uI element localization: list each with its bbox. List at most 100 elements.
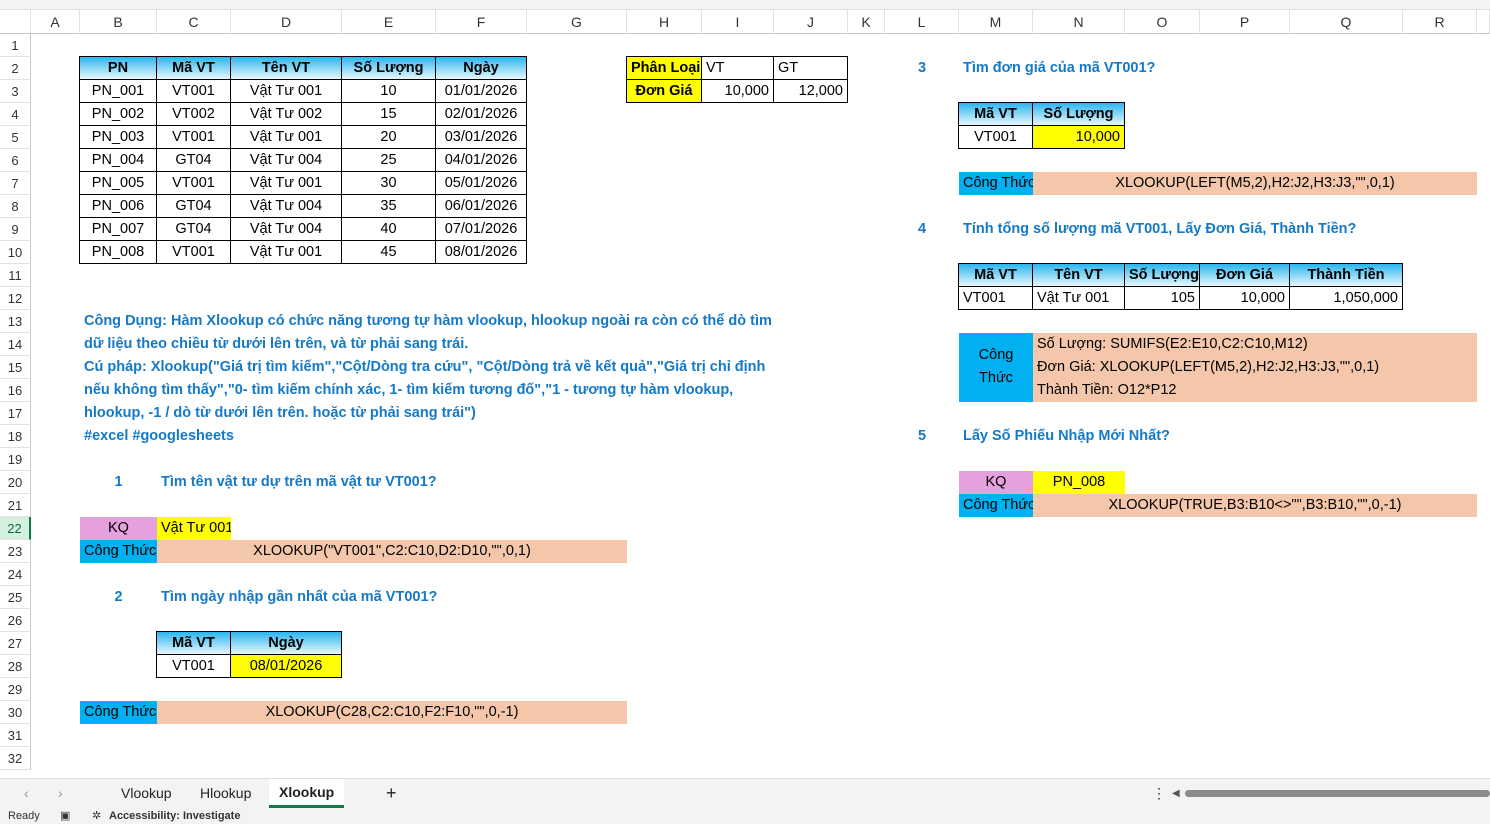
main-table-cell: Vật Tư 004 (230, 148, 342, 172)
price-cat-gt: GT (773, 56, 848, 80)
horizontal-scrollbar[interactable] (1185, 790, 1490, 797)
column-header-F[interactable]: F (436, 10, 527, 34)
row-header-26[interactable]: 26 (0, 609, 31, 632)
main-table-cell: 10 (341, 79, 436, 103)
row-header-4[interactable]: 4 (0, 103, 31, 126)
formula-label: CôngThức (959, 333, 1033, 402)
main-table-cell: 08/01/2026 (435, 240, 527, 264)
formula-label: Công Thức (959, 172, 1033, 195)
scroll-right-icon[interactable]: › (48, 779, 73, 808)
row-header-22[interactable]: 22 (0, 517, 31, 540)
row-header-10[interactable]: 10 (0, 241, 31, 264)
ribbon-edge (0, 0, 1490, 10)
main-table-cell: 01/01/2026 (435, 79, 527, 103)
q4-cell: 105 (1124, 286, 1200, 310)
column-header-N[interactable]: N (1033, 10, 1125, 34)
column-header-O[interactable]: O (1125, 10, 1200, 34)
row-header-13[interactable]: 13 (0, 310, 31, 333)
q4-header: Đơn Giá (1199, 263, 1290, 287)
main-table-cell: GT04 (156, 148, 231, 172)
row-header-21[interactable]: 21 (0, 494, 31, 517)
main-table-cell: VT002 (156, 102, 231, 126)
main-table-cell: 45 (341, 240, 436, 264)
column-header-A[interactable]: A (31, 10, 80, 34)
column-header-B[interactable]: B (80, 10, 157, 34)
row-header-28[interactable]: 28 (0, 655, 31, 678)
q3-code: VT001 (958, 125, 1033, 149)
column-header-G[interactable]: G (527, 10, 627, 34)
row-header-31[interactable]: 31 (0, 724, 31, 747)
main-table-cell: 35 (341, 194, 436, 218)
select-all-corner[interactable] (0, 10, 31, 34)
tab-vlookup[interactable]: Vlookup (111, 779, 182, 808)
column-header-L[interactable]: L (885, 10, 959, 34)
column-header-D[interactable]: D (231, 10, 342, 34)
main-table-cell: VT001 (156, 240, 231, 264)
row-header-17[interactable]: 17 (0, 402, 31, 425)
column-header-E[interactable]: E (342, 10, 436, 34)
column-header-J[interactable]: J (774, 10, 848, 34)
row-header-19[interactable]: 19 (0, 448, 31, 471)
q2-code: VT001 (156, 654, 231, 678)
q4-header: Thành Tiền (1289, 263, 1403, 287)
add-sheet-button[interactable]: + (376, 779, 407, 808)
row-header-7[interactable]: 7 (0, 172, 31, 195)
main-table-cell: PN_008 (79, 240, 157, 264)
row-header-8[interactable]: 8 (0, 195, 31, 218)
formula-line: Số Lượng: SUMIFS(E2:E10,C2:C10,M12) (1033, 333, 1477, 356)
kq-value: PN_008 (1033, 471, 1125, 494)
scroll-left-icon[interactable]: ‹ (14, 779, 39, 808)
main-table-cell: 07/01/2026 (435, 217, 527, 241)
row-header-25[interactable]: 25 (0, 586, 31, 609)
macro-icon[interactable]: ▣ (60, 809, 70, 824)
column-header-R[interactable]: R (1403, 10, 1477, 34)
column-header-P[interactable]: P (1200, 10, 1290, 34)
row-header-24[interactable]: 24 (0, 563, 31, 586)
question-text: Lấy Số Phiếu Nhập Mới Nhất? (959, 425, 1403, 448)
row-header-9[interactable]: 9 (0, 218, 31, 241)
main-table-cell: VT001 (156, 125, 231, 149)
main-table-cell: Vật Tư 001 (230, 171, 342, 195)
main-table-cell: 02/01/2026 (435, 102, 527, 126)
row-header-2[interactable]: 2 (0, 57, 31, 80)
column-header-C[interactable]: C (157, 10, 231, 34)
q2-header: Ngày (230, 631, 342, 655)
kq-label: KQ (959, 471, 1033, 494)
row-header-20[interactable]: 20 (0, 471, 31, 494)
row-header-23[interactable]: 23 (0, 540, 31, 563)
accessibility-status[interactable]: Accessibility: Investigate (109, 809, 240, 824)
main-table-cell: Vật Tư 004 (230, 217, 342, 241)
row-header-11[interactable]: 11 (0, 264, 31, 287)
tab-xlookup[interactable]: Xlookup (269, 779, 344, 808)
tab-hlookup[interactable]: Hlookup (190, 779, 261, 808)
row-header-1[interactable]: 1 (0, 34, 31, 57)
price-gt: 12,000 (773, 79, 848, 103)
row-header-6[interactable]: 6 (0, 149, 31, 172)
column-header-I[interactable]: I (702, 10, 774, 34)
column-header-K[interactable]: K (848, 10, 885, 34)
formula-label: Công Thức (80, 540, 157, 563)
accessibility-icon[interactable]: ✲ (92, 809, 101, 824)
row-header-29[interactable]: 29 (0, 678, 31, 701)
usage-note-line: dữ liệu theo chiều từ dưới lên trên, và … (80, 333, 885, 356)
column-header-Q[interactable]: Q (1290, 10, 1403, 34)
row-header-12[interactable]: 12 (0, 287, 31, 310)
main-table-header: Mã VT (156, 56, 231, 80)
column-header-M[interactable]: M (959, 10, 1033, 34)
column-header-H[interactable]: H (627, 10, 702, 34)
row-header-5[interactable]: 5 (0, 126, 31, 149)
row-header-3[interactable]: 3 (0, 80, 31, 103)
price-cat-vt: VT (701, 56, 774, 80)
main-table-cell: 05/01/2026 (435, 171, 527, 195)
main-table-cell: Vật Tư 002 (230, 102, 342, 126)
row-header-14[interactable]: 14 (0, 333, 31, 356)
main-table-cell: 25 (341, 148, 436, 172)
row-header-16[interactable]: 16 (0, 379, 31, 402)
row-header-30[interactable]: 30 (0, 701, 31, 724)
row-header-18[interactable]: 18 (0, 425, 31, 448)
column-header-s[interactable] (1477, 10, 1490, 34)
row-header-27[interactable]: 27 (0, 632, 31, 655)
row-header-15[interactable]: 15 (0, 356, 31, 379)
row-header-32[interactable]: 32 (0, 747, 31, 770)
main-table-cell: 04/01/2026 (435, 148, 527, 172)
